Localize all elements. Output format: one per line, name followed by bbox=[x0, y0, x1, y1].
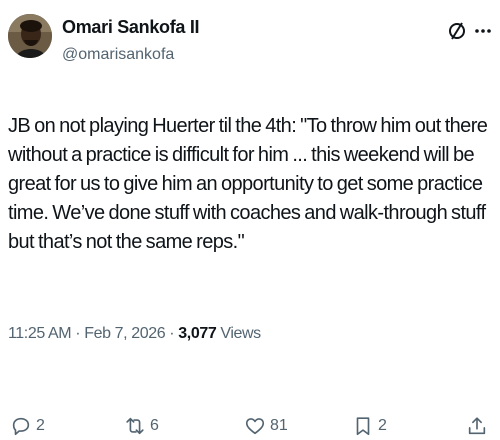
share-button[interactable] bbox=[466, 412, 492, 440]
tweet-meta: 11:25 AM · Feb 7, 2026 · 3,077 Views bbox=[8, 325, 261, 343]
views-label: Views bbox=[220, 325, 261, 342]
tweet-time[interactable]: 11:25 AM bbox=[8, 325, 72, 342]
bookmark-icon bbox=[356, 417, 370, 436]
like-button[interactable]: 81 bbox=[244, 412, 288, 440]
tweet-header: Omari Sankofa II @omarisankofa bbox=[8, 12, 492, 72]
retweet-button[interactable]: 6 bbox=[124, 412, 159, 440]
meta-separator: · bbox=[165, 325, 179, 342]
like-count: 81 bbox=[270, 417, 288, 434]
avatar-image bbox=[8, 14, 52, 58]
reply-count: 2 bbox=[36, 417, 45, 434]
tweet-text: JB on not playing Huerter til the 4th: "… bbox=[8, 115, 488, 253]
grok-icon[interactable] bbox=[446, 20, 468, 42]
bookmark-button[interactable]: 2 bbox=[352, 412, 387, 440]
meta-separator: · bbox=[71, 325, 85, 342]
tweet-date[interactable]: Feb 7, 2026 bbox=[84, 325, 165, 342]
avatar[interactable] bbox=[8, 14, 52, 58]
more-icon[interactable] bbox=[474, 20, 492, 42]
retweet-icon bbox=[126, 417, 144, 435]
author-display-name[interactable]: Omari Sankofa II bbox=[62, 16, 200, 38]
reply-button[interactable]: 2 bbox=[10, 412, 45, 440]
share-icon bbox=[468, 417, 486, 435]
action-bar: 2 6 81 2 bbox=[0, 412, 500, 440]
author-names: Omari Sankofa II @omarisankofa bbox=[62, 16, 200, 66]
retweet-count: 6 bbox=[150, 417, 159, 434]
reply-icon bbox=[12, 417, 30, 436]
views-count: 3,077 bbox=[178, 325, 217, 342]
bookmark-count: 2 bbox=[378, 417, 387, 434]
heart-icon bbox=[245, 418, 265, 435]
tweet-card: Omari Sankofa II @omarisankofa JB on not… bbox=[0, 0, 500, 440]
author-handle[interactable]: @omarisankofa bbox=[62, 44, 199, 66]
